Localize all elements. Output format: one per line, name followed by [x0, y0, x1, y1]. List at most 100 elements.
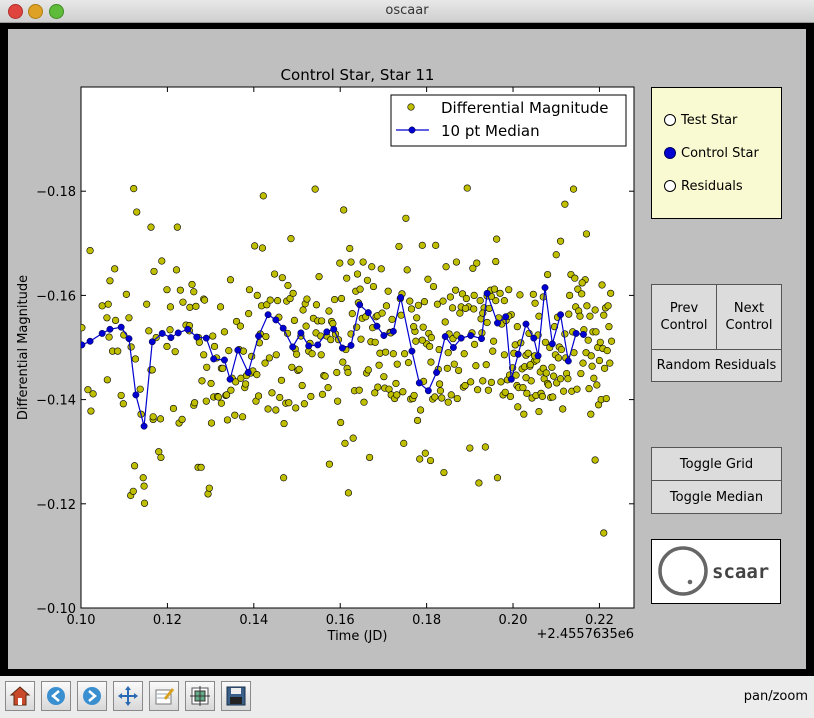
data-point: [463, 184, 471, 192]
data-point: [462, 294, 470, 303]
radio-residuals[interactable]: Residuals: [664, 176, 743, 196]
data-point: [452, 258, 461, 266]
data-point: [299, 306, 307, 314]
data-point: [318, 317, 326, 325]
data-point: [262, 332, 270, 341]
data-point: [492, 257, 500, 266]
data-point: [384, 287, 392, 295]
data-point: [336, 259, 344, 267]
median-point: [167, 334, 175, 342]
data-point: [473, 259, 481, 267]
back-button[interactable]: [41, 681, 71, 711]
data-point: [192, 302, 200, 310]
radio-test-star[interactable]: Test Star: [664, 110, 737, 130]
logo-text: scaar: [712, 561, 769, 583]
data-point: [484, 386, 493, 394]
toggle-median-button[interactable]: Toggle Median: [651, 480, 782, 514]
data-point: [186, 303, 194, 311]
median-point: [415, 379, 423, 387]
median-point: [572, 329, 580, 337]
x-tick-label: 0.12: [153, 613, 182, 628]
data-point: [402, 214, 410, 222]
subplots-button[interactable]: [185, 681, 215, 711]
data-point: [303, 295, 311, 303]
x-axis-label: Time (JD): [327, 629, 388, 644]
subplots-icon: [190, 686, 210, 706]
data-point: [583, 302, 591, 310]
median-point: [279, 324, 287, 332]
median-point: [347, 341, 355, 349]
median-point: [220, 356, 228, 364]
data-point: [453, 394, 461, 403]
data-point: [325, 460, 334, 468]
prev-control-button[interactable]: Prev Control: [651, 284, 717, 350]
random-residuals-button[interactable]: Random Residuals: [651, 349, 782, 382]
data-point: [578, 290, 586, 298]
data-point: [198, 377, 206, 385]
radio-dot[interactable]: [664, 114, 676, 126]
radio-dot-selected[interactable]: [664, 147, 676, 159]
data-point: [587, 352, 595, 360]
data-point: [377, 265, 385, 273]
data-point: [284, 281, 292, 290]
data-point: [549, 393, 557, 401]
data-point: [374, 383, 382, 391]
median-point: [548, 340, 556, 348]
next-control-button[interactable]: Next Control: [716, 284, 782, 350]
zoom-button[interactable]: [149, 681, 179, 711]
pan-button[interactable]: [113, 681, 143, 711]
median-point: [289, 343, 297, 351]
data-point: [214, 393, 222, 401]
data-point: [535, 407, 543, 416]
data-point: [448, 304, 457, 312]
y-axis-label: Differential Magnitude: [16, 275, 31, 420]
data-point: [585, 385, 593, 393]
radio-dot[interactable]: [664, 180, 676, 192]
data-point: [475, 479, 483, 487]
median-point: [86, 337, 94, 345]
home-button[interactable]: [5, 681, 35, 711]
data-point: [258, 244, 267, 252]
data-point: [461, 304, 470, 313]
data-point: [105, 333, 113, 341]
data-point: [600, 311, 608, 319]
median-point: [557, 311, 565, 319]
data-point: [520, 410, 528, 418]
data-point: [375, 361, 383, 369]
data-point: [592, 328, 600, 336]
data-point: [315, 273, 323, 281]
data-point: [380, 373, 388, 381]
data-point: [341, 439, 349, 447]
data-point: [289, 289, 297, 297]
data-point: [522, 374, 530, 382]
data-point: [106, 277, 114, 285]
toggle-grid-button[interactable]: Toggle Grid: [651, 447, 782, 481]
data-point: [470, 291, 478, 300]
data-point: [418, 241, 426, 249]
data-point: [481, 443, 489, 451]
radio-control-star[interactable]: Control Star: [664, 143, 759, 163]
median-point: [514, 350, 522, 358]
data-point: [254, 392, 263, 400]
data-point: [140, 499, 149, 507]
data-point: [544, 381, 553, 389]
data-point: [489, 337, 498, 345]
data-point: [416, 455, 424, 463]
forward-button[interactable]: [77, 681, 107, 711]
median-point: [373, 322, 381, 330]
median-point: [424, 387, 432, 395]
data-point: [556, 375, 565, 383]
save-button[interactable]: [221, 681, 251, 711]
x-tick-label: 0.22: [585, 613, 614, 628]
data-point: [489, 347, 497, 355]
median-point: [272, 316, 280, 324]
data-point: [231, 411, 239, 419]
data-point: [359, 258, 367, 266]
data-point: [596, 338, 604, 346]
data-point: [357, 335, 365, 343]
data-point: [403, 266, 411, 274]
median-point: [210, 355, 218, 363]
data-point: [166, 303, 175, 311]
data-point: [150, 267, 158, 276]
median-point: [125, 335, 133, 343]
